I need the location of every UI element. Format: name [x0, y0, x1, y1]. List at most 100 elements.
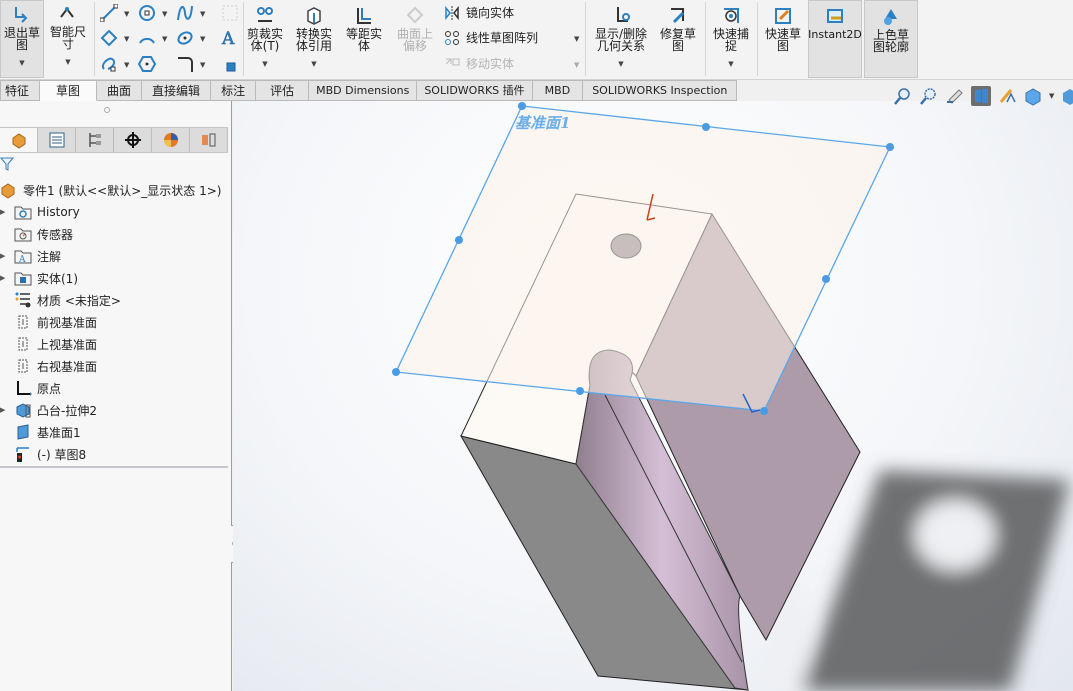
- expand-icon[interactable]: ▶: [0, 274, 5, 282]
- tree-root-part[interactable]: 零件1 (默认<<默认>_显示状态 1>): [0, 179, 228, 201]
- sketch-picture-icon[interactable]: [221, 4, 239, 22]
- trim-entities-button[interactable]: 剪裁实 体(T) ▼: [246, 5, 284, 70]
- chevron-down-icon[interactable]: ▼: [200, 61, 205, 69]
- chevron-down-icon[interactable]: ▼: [574, 61, 579, 69]
- move-entities-button[interactable]: 移动实体: [444, 55, 514, 72]
- slot-tool-icon[interactable]: [100, 55, 118, 73]
- tab-display-manager[interactable]: [152, 128, 190, 152]
- tree-item[interactable]: ▶ 实体(1): [0, 267, 228, 289]
- expand-icon[interactable]: ▶: [0, 208, 5, 216]
- linear-sketch-pattern-button[interactable]: 线性草图阵列: [444, 29, 538, 46]
- tab-configuration-manager[interactable]: [76, 128, 114, 152]
- filter-icon[interactable]: [0, 157, 14, 171]
- spline-tool-icon[interactable]: [176, 4, 194, 22]
- reference-plane-1[interactable]: [395, 105, 891, 412]
- exit-sketch-button[interactable]: 退出草 图 ▼: [0, 0, 44, 78]
- model-view[interactable]: [233, 101, 1073, 691]
- view-orientation-icon[interactable]: [1023, 86, 1043, 106]
- zoom-to-area-icon[interactable]: [919, 86, 939, 106]
- quick-snaps-button[interactable]: 快速捕 捉 ▼: [710, 5, 752, 70]
- tab-cam-manager[interactable]: [190, 128, 228, 152]
- fillet-tool-icon[interactable]: [176, 55, 194, 73]
- tab-direct-editing[interactable]: 直接编辑: [142, 80, 212, 101]
- chevron-down-icon[interactable]: ▼: [574, 35, 579, 43]
- tab-sketch[interactable]: 草图: [40, 80, 98, 101]
- text-tool-icon[interactable]: A: [220, 28, 238, 46]
- tree-item[interactable]: 前视基准面: [0, 311, 228, 333]
- tab-surfaces[interactable]: 曲面: [97, 80, 143, 101]
- chevron-down-icon[interactable]: ▼: [65, 56, 70, 68]
- tab-mbd-dimensions[interactable]: MBD Dimensions: [309, 80, 418, 101]
- chevron-down-icon[interactable]: ▼: [1049, 92, 1054, 100]
- solidworks-window: 退出草 图 ▼ 智能尺 寸 ▼ ▼ ▼ ▼ ▼ ▼ ▼ A ▼ ▼ 剪裁实 体(…: [0, 0, 1073, 691]
- tree-item[interactable]: 材质 <未指定>: [0, 289, 228, 311]
- point-tool-icon[interactable]: [222, 58, 240, 76]
- rapid-sketch-button[interactable]: 快速草 图: [762, 5, 804, 52]
- chevron-down-icon[interactable]: ▼: [728, 58, 733, 70]
- history-folder-icon: [14, 206, 32, 220]
- arc-tool-icon[interactable]: [138, 29, 156, 47]
- command-manager-tabs: 特征 草图 曲面 直接编辑 标注 评估 MBD Dimensions SOLID…: [0, 80, 738, 101]
- chevron-down-icon[interactable]: ▼: [124, 61, 129, 69]
- chevron-down-icon[interactable]: ▼: [200, 35, 205, 43]
- chevron-down-icon[interactable]: ▼: [162, 35, 167, 43]
- tree-item-label: (-) 草图8: [37, 447, 87, 462]
- chevron-down-icon[interactable]: ▼: [618, 58, 623, 70]
- display-delete-relations-button[interactable]: 显示/删除 几何关系 ▼: [590, 5, 652, 70]
- sensors-folder-icon: [14, 228, 32, 242]
- tree-item[interactable]: 上视基准面: [0, 333, 228, 355]
- offset-entities-button[interactable]: 等距实 体: [345, 5, 383, 52]
- tree-item[interactable]: 基准面1: [0, 421, 228, 443]
- expand-icon[interactable]: ▶: [0, 406, 5, 414]
- tab-mbd[interactable]: MBD: [532, 80, 584, 101]
- panel-collapse-handle[interactable]: [104, 107, 110, 113]
- tab-evaluate[interactable]: 评估: [256, 80, 310, 101]
- chevron-down-icon[interactable]: ▼: [124, 10, 129, 18]
- chevron-down-icon[interactable]: ▼: [162, 10, 167, 18]
- tab-features[interactable]: 特征: [0, 80, 41, 101]
- section-view-icon[interactable]: [971, 86, 991, 106]
- polygon-tool-icon[interactable]: [138, 55, 156, 73]
- rectangle-tool-icon[interactable]: [100, 29, 118, 47]
- tree-item[interactable]: (-) 草图8: [0, 443, 228, 465]
- previous-view-icon[interactable]: [945, 86, 965, 106]
- circle-tool-icon[interactable]: [138, 4, 156, 22]
- tree-item[interactable]: ▶ History: [0, 201, 228, 223]
- tab-property-manager[interactable]: [38, 128, 76, 152]
- smart-dimension-button[interactable]: 智能尺 寸 ▼: [46, 3, 90, 68]
- ellipse-tool-icon[interactable]: [176, 29, 194, 47]
- line-tool-icon[interactable]: [100, 4, 118, 22]
- tree-item[interactable]: 右视基准面: [0, 355, 228, 377]
- chevron-down-icon[interactable]: ▼: [19, 57, 24, 69]
- tab-solidworks-addins[interactable]: SOLIDWORKS 插件: [417, 80, 533, 101]
- tab-solidworks-inspection[interactable]: SOLIDWORKS Inspection: [583, 80, 738, 101]
- instant2d-button[interactable]: Instant2D: [808, 0, 862, 78]
- tree-item[interactable]: ▶ A 注解: [0, 245, 228, 267]
- repair-sketch-icon: [671, 8, 685, 24]
- display-style-icon[interactable]: [1060, 86, 1073, 106]
- crosshair-icon: [124, 132, 141, 148]
- chevron-down-icon[interactable]: ▼: [262, 58, 267, 70]
- repair-sketch-button[interactable]: 修复草 图: [658, 5, 698, 52]
- zoom-to-fit-icon[interactable]: [893, 86, 913, 106]
- mirror-entities-button[interactable]: 镜向实体: [444, 4, 514, 21]
- tree-item[interactable]: 原点: [0, 377, 228, 399]
- chevron-down-icon[interactable]: ▼: [311, 58, 316, 70]
- convert-entities-button[interactable]: 转换实 体引用 ▼: [295, 5, 333, 70]
- chevron-down-icon[interactable]: ▼: [200, 10, 205, 18]
- tab-feature-manager[interactable]: [0, 128, 38, 152]
- expand-icon[interactable]: ▶: [0, 252, 5, 260]
- chevron-down-icon[interactable]: ▼: [124, 35, 129, 43]
- solid-bodies-folder-icon: [14, 272, 32, 286]
- graphics-area[interactable]: [233, 101, 1073, 691]
- annotations-folder-icon: A: [14, 250, 32, 265]
- tab-dimxpert-manager[interactable]: [114, 128, 152, 152]
- shaded-sketch-contours-button[interactable]: 上色草 图轮廓: [864, 0, 918, 78]
- dynamic-annotation-icon[interactable]: [997, 86, 1017, 106]
- tab-markup[interactable]: 标注: [211, 80, 257, 101]
- offset-on-surface-button[interactable]: 曲面上 偏移: [396, 5, 434, 52]
- feature-tree: 零件1 (默认<<默认>_显示状态 1>): [0, 179, 228, 201]
- tree-item[interactable]: ▶ 凸台-拉伸2: [0, 399, 228, 421]
- tree-item[interactable]: 传感器: [0, 223, 228, 245]
- display-manager-icon: [163, 133, 178, 147]
